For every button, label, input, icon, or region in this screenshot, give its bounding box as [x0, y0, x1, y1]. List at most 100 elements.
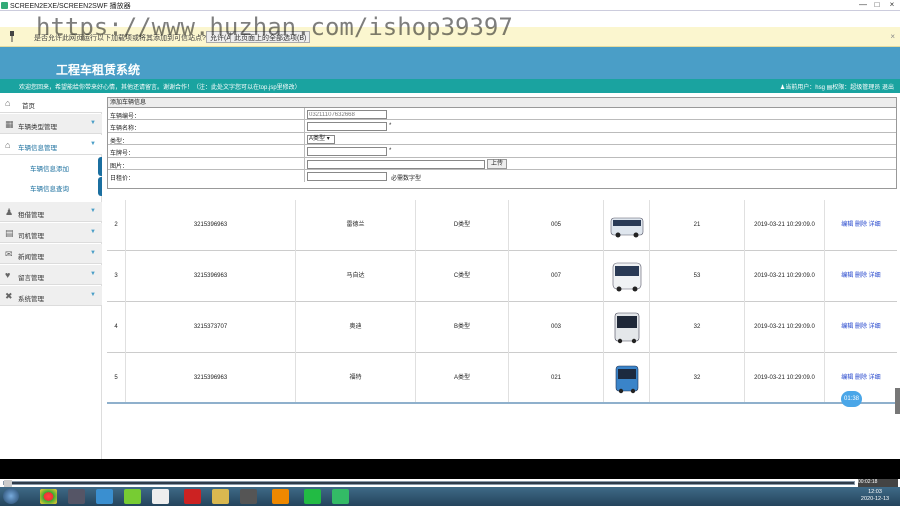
player-black-band	[0, 459, 900, 479]
sidebar-subitem-vehicle-add[interactable]: 车辆信息添加	[0, 157, 102, 176]
cell-plate: 003	[509, 302, 604, 353]
edit-link[interactable]: 编辑	[841, 273, 853, 279]
welcome-text: 欢迎您回来，希望能给你带来好心情，其他还请留言。谢谢合作！（注：此处文字您可以在…	[19, 85, 301, 91]
vehicle-type-select[interactable]: A类型 ▾	[307, 134, 335, 144]
cell-name: 福特	[296, 353, 416, 404]
more-options-button[interactable]: 此页面上的全部选项(B)	[230, 31, 311, 43]
cell-count: 32	[650, 302, 745, 353]
minimize-button[interactable]: —	[856, 0, 870, 9]
add-vehicle-form: 添加车辆信息 车辆编号： 车辆名称： * 类型： A类型 ▾ 车牌号： * 图片…	[107, 97, 897, 189]
sidebar-item-driver[interactable]: ▤ 司机管理 ▼	[0, 223, 102, 243]
cell-count: 53	[650, 251, 745, 302]
app-icon[interactable]	[272, 489, 289, 504]
sidebar-item-vehicle-info[interactable]: ⌂ 车辆信息管理 ▼	[0, 135, 102, 155]
system-clock[interactable]: 12:03 2020-12-13	[852, 489, 898, 504]
player-icon[interactable]	[332, 489, 349, 504]
divider	[304, 108, 305, 120]
system-title: 工程车租赁系统	[56, 63, 141, 77]
table-row: 4 3215373707 奥迪 B类型 003 32 2019-03-21 10…	[107, 302, 897, 353]
start-button[interactable]	[3, 488, 19, 504]
sidebar-item-rental[interactable]: ♟ 租借管理 ▼	[0, 202, 102, 222]
image-path-input[interactable]	[307, 159, 485, 169]
edit-link[interactable]: 编辑	[841, 222, 853, 228]
scroll-grip[interactable]	[895, 388, 900, 414]
plate-number-input[interactable]	[307, 147, 387, 157]
chevron-down-icon: ▼	[90, 141, 96, 147]
app-icon	[1, 2, 8, 9]
cell-name: 马自达	[296, 251, 416, 302]
delete-link[interactable]: 删除	[855, 324, 867, 330]
ie-bar-message: 是否允许此网页运行以下加载项或将其添加到可信站点?	[34, 35, 206, 42]
user-info: ♟当前用户：hsg ▤权限：超级管理员 退出	[780, 82, 894, 91]
form-row-plate: 车牌号： *	[108, 145, 896, 158]
detail-link[interactable]: 详细	[869, 375, 881, 381]
table-row: 5 3215396963 福特 A类型 021 32 2019-03-21 10…	[107, 353, 897, 404]
flash-icon[interactable]	[184, 489, 201, 504]
field-label: 日租价：	[110, 175, 135, 182]
windows-taskbar: 12:03 2020-12-13	[0, 487, 900, 506]
sidebar: ⌂ 首页 ▦ 车辆类型管理 ▼ ⌂ 车辆信息管理 ▼ 车辆信息添加 车辆信息查询…	[0, 93, 102, 459]
sidebar-subitem-vehicle-query[interactable]: 车辆信息查询	[0, 177, 102, 196]
cell-no: 5	[107, 353, 126, 404]
vehicle-name-input[interactable]	[307, 122, 387, 132]
app-icon[interactable]	[124, 489, 141, 504]
seek-handle[interactable]	[4, 480, 12, 487]
home-icon: ⌂	[5, 140, 11, 150]
table-row: 3 3215396963 马自达 C类型 007 53 2019-03-21 1…	[107, 251, 897, 302]
edit-link[interactable]: 编辑	[841, 375, 853, 381]
cell-image	[604, 353, 650, 404]
delete-link[interactable]: 删除	[855, 222, 867, 228]
current-user: 当前用户：hsg	[785, 85, 825, 91]
sidebar-item-message[interactable]: ♥ 留言管理 ▼	[0, 265, 102, 285]
divider	[304, 145, 305, 158]
app-header: 工程车租赁系统	[0, 47, 900, 79]
detail-link[interactable]: 详细	[869, 273, 881, 279]
detail-link[interactable]: 详细	[869, 324, 881, 330]
cell-type: A类型	[416, 353, 509, 404]
wechat-icon[interactable]	[304, 489, 321, 504]
qq-icon[interactable]	[240, 489, 257, 504]
chevron-down-icon: ▼	[90, 229, 96, 235]
bus-image	[614, 312, 640, 344]
close-bar-icon[interactable]: ×	[890, 32, 895, 41]
excel-icon[interactable]	[152, 489, 169, 504]
field-label: 类型：	[110, 138, 129, 145]
sidebar-item-system[interactable]: ✖ 系统管理 ▼	[0, 286, 102, 306]
cell-code: 3215396963	[126, 200, 296, 251]
app-icon[interactable]	[68, 489, 85, 504]
sidebar-item-vehicle-type[interactable]: ▦ 车辆类型管理 ▼	[0, 114, 102, 134]
chrome-icon[interactable]	[40, 489, 57, 504]
form-row-code: 车辆编号：	[108, 108, 896, 121]
daily-price-input[interactable]	[307, 171, 387, 181]
maximize-button[interactable]: □	[870, 0, 884, 9]
system-tray[interactable]	[700, 489, 850, 504]
sidebar-item-news[interactable]: ✉ 新闻管理 ▼	[0, 244, 102, 264]
cell-actions: 编辑 删除 详细	[825, 200, 897, 251]
bus-image	[610, 217, 644, 238]
logout-link[interactable]: 退出	[882, 85, 894, 91]
close-window-button[interactable]: ×	[885, 0, 899, 9]
folder-icon[interactable]	[212, 489, 229, 504]
required-mark: *	[389, 123, 392, 130]
chat-icon: ✉	[5, 249, 13, 259]
delete-link[interactable]: 删除	[855, 273, 867, 279]
cell-type: C类型	[416, 251, 509, 302]
upload-button[interactable]: 上传	[487, 158, 507, 169]
form-row-image: 图片： 上传	[108, 157, 896, 170]
form-title: 添加车辆信息	[108, 98, 896, 108]
chevron-down-icon: ▼	[90, 250, 96, 256]
delete-link[interactable]: 删除	[855, 375, 867, 381]
recording-timer: 01:38	[841, 391, 862, 407]
seek-bar[interactable]	[3, 480, 855, 487]
sidebar-item-home[interactable]: ⌂ 首页	[0, 93, 102, 113]
field-label: 车辆名称：	[110, 126, 141, 133]
cell-actions: 编辑 删除 详细	[825, 302, 897, 353]
sidebar-item-label: 系统管理	[18, 296, 44, 303]
sidebar-item-label: 车辆信息管理	[18, 145, 57, 152]
sidebar-item-label: 留言管理	[18, 275, 44, 282]
vehicle-code-input[interactable]	[307, 110, 387, 119]
detail-link[interactable]: 详细	[869, 222, 881, 228]
ie-notification-bar: 是否允许此网页运行以下加载项或将其添加到可信站点? 允许(A) 此页面上的全部选…	[0, 27, 900, 47]
ie-icon[interactable]	[96, 489, 113, 504]
edit-link[interactable]: 编辑	[841, 324, 853, 330]
